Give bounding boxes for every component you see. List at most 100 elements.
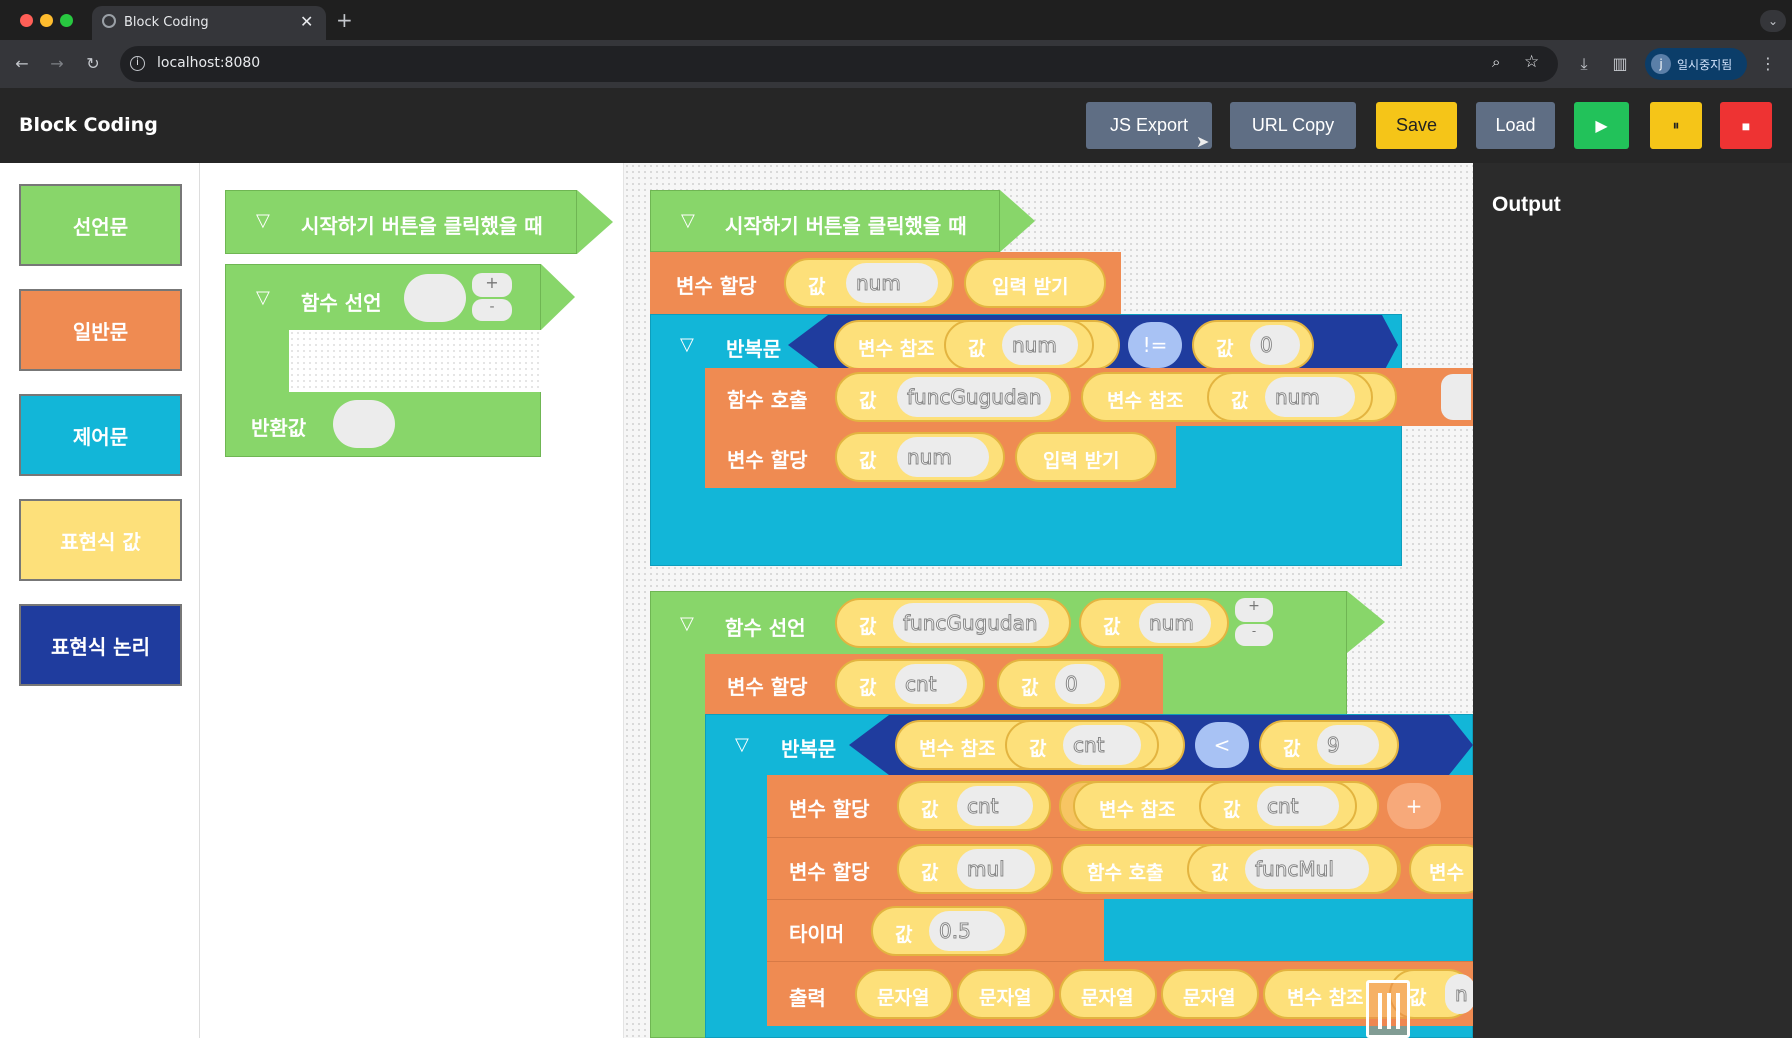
window-minimize-icon[interactable] [40,14,53,27]
tab-close-icon[interactable]: ✕ [300,12,313,31]
window-close-icon[interactable] [20,14,33,27]
value-input[interactable]: funcGugudan [897,377,1051,417]
value-input[interactable]: cnt [895,664,967,704]
condition-block[interactable]: 변수 참조 값 num != 값 0 [828,315,1382,375]
value-pill[interactable]: 값 num [1079,598,1229,648]
value-input[interactable]: num [1002,325,1078,365]
start-block[interactable]: ▽ 시작하기 버튼을 클릭했을 때 [650,190,1000,252]
add-param-button[interactable]: + [1235,598,1273,622]
value-input[interactable]: 0.5 [929,911,1005,951]
string-pill[interactable]: 문자열 [957,969,1055,1019]
value-pill[interactable]: 값 0 [1192,320,1314,370]
reload-icon[interactable]: ↻ [82,54,104,74]
param-toggle[interactable] [1441,374,1471,420]
operator-plus[interactable]: + [1387,783,1441,829]
value-pill[interactable]: 값 9 [1259,720,1399,770]
value-pill[interactable]: 값 funcGugudan [835,598,1071,648]
var-ref-pill[interactable]: 변수 [1409,844,1473,894]
var-ref-pill[interactable]: 변수 참조 값 num [834,320,1120,370]
tab-search-chevron-icon[interactable]: ⌄ [1760,10,1786,32]
assign-block[interactable]: 변수 할당 값 cnt 변수 참조 값 cnt + [767,775,1473,837]
value-input[interactable]: 0 [1250,325,1300,365]
value-input[interactable]: 9 [1317,725,1379,765]
value-input[interactable]: cnt [1257,786,1339,826]
collapse-toggle-icon[interactable]: ▽ [256,211,270,231]
site-info-icon[interactable]: i [130,56,145,71]
func-body-slot[interactable] [289,330,541,392]
value-pill[interactable]: 값 0 [997,659,1121,709]
forward-arrow-icon[interactable]: → [46,54,68,74]
download-icon[interactable]: ⤓ [1573,54,1595,74]
var-ref-pill[interactable]: 변수 참조 값 num [1081,372,1397,422]
address-bar[interactable]: i localhost:8080 ⌕ ☆ [120,46,1558,82]
js-export-button[interactable]: JS Export [1086,102,1212,149]
value-pill[interactable]: 값 num [944,320,1094,370]
value-pill[interactable]: 값 cnt [897,781,1051,831]
collapse-toggle-icon[interactable]: ▽ [681,211,695,231]
save-button[interactable]: Save [1376,102,1457,149]
collapse-toggle-icon[interactable]: ▽ [680,614,694,634]
value-input[interactable]: mul [957,849,1035,889]
remove-param-button[interactable]: - [472,299,512,321]
func-call-block[interactable]: 함수 호출 값 funcGugudan 변수 참조 값 num [705,368,1473,426]
value-input[interactable]: n [1445,974,1473,1014]
category-statement[interactable]: 선언문 [19,184,182,266]
assign-block[interactable]: 변수 할당 값 num 입력 받기 [705,426,1176,488]
value-pill[interactable]: 값 funcMul [1187,844,1399,894]
new-tab-button[interactable]: + [336,8,353,32]
var-ref-pill[interactable]: 변수 참조 값 cnt [1073,781,1379,831]
value-pill[interactable]: 값 num [835,432,1005,482]
arith-expr-pill[interactable]: 변수 참조 값 cnt [1059,781,1379,831]
window-maximize-icon[interactable] [60,14,73,27]
zoom-icon[interactable]: ⌕ [1492,53,1500,71]
remove-param-button[interactable]: - [1235,624,1273,646]
pause-button[interactable]: ⏸ [1650,102,1702,149]
stop-button[interactable]: ■ [1720,102,1772,149]
return-value-slot[interactable] [333,400,395,448]
input-pill[interactable]: 입력 받기 [1015,432,1157,482]
string-pill[interactable]: 문자열 [1161,969,1259,1019]
value-input[interactable]: funcGugudan [893,603,1049,643]
func-call-pill[interactable]: 함수 호출 값 funcMul [1061,844,1401,894]
value-pill[interactable]: 값 num [784,258,954,308]
value-pill[interactable]: 값 0.5 [871,906,1027,956]
value-pill[interactable]: 값 funcGugudan [835,372,1071,422]
bookmark-star-icon[interactable]: ☆ [1524,52,1539,72]
add-param-button[interactable]: + [472,273,512,297]
load-button[interactable]: Load [1476,102,1555,149]
url-copy-button[interactable]: URL Copy [1230,102,1356,149]
value-pill[interactable]: 값 mul [897,844,1053,894]
collapse-toggle-icon[interactable]: ▽ [735,735,749,755]
value-input[interactable]: num [1265,377,1355,417]
timer-block[interactable]: 타이머 값 0.5 [767,899,1104,961]
value-input[interactable]: cnt [1063,725,1141,765]
collapse-toggle-icon[interactable]: ▽ [680,335,694,355]
value-pill[interactable]: 값 cnt [1005,720,1159,770]
func-name-slot[interactable] [404,274,466,322]
value-input[interactable]: funcMul [1245,849,1369,889]
value-pill[interactable]: 값 cnt [1199,781,1357,831]
side-panel-icon[interactable]: ▥ [1609,54,1631,74]
category-general[interactable]: 일반문 [19,289,182,371]
value-input[interactable]: num [1139,603,1211,643]
value-pill[interactable]: 값 cnt [835,659,985,709]
category-expression-value[interactable]: 표현식 값 [19,499,182,581]
condition-block[interactable]: 변수 참조 값 cnt < 값 9 [889,715,1449,775]
back-arrow-icon[interactable]: ← [11,54,33,74]
var-ref-pill[interactable]: 변수 참조 값 cnt [895,720,1185,770]
assign-block[interactable]: 변수 할당 값 num 입력 받기 [650,252,1121,314]
string-pill[interactable]: 문자열 [855,969,953,1019]
operator-lt[interactable]: < [1195,722,1249,768]
input-pill[interactable]: 입력 받기 [964,258,1106,308]
assign-block[interactable]: 변수 할당 값 mul 함수 호출 값 funcMul 변수 [767,837,1473,899]
value-input[interactable]: 0 [1055,664,1105,704]
flyout-start-block[interactable]: ▽ 시작하기 버튼을 클릭했을 때 [225,190,577,254]
trash-icon[interactable] [1366,980,1410,1038]
value-input[interactable]: num [846,263,938,303]
category-expression-logic[interactable]: 표현식 논리 [19,604,182,686]
assign-block[interactable]: 변수 할당 값 cnt 값 0 [705,654,1163,714]
value-input[interactable]: cnt [957,786,1033,826]
string-pill[interactable]: 문자열 [1059,969,1157,1019]
operator-neq[interactable]: != [1128,322,1182,368]
profile-chip[interactable]: j 일시중지됨 [1645,48,1747,80]
